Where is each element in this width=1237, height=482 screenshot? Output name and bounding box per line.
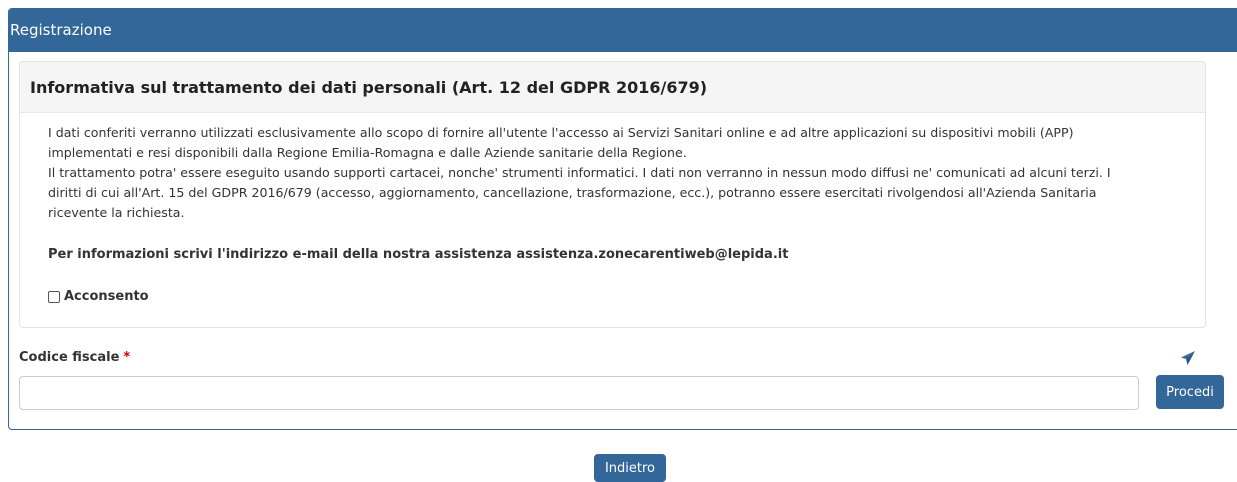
- privacy-heading: Informativa sul trattamento dei dati per…: [20, 62, 1205, 113]
- privacy-body: I dati conferiti verranno utilizzati esc…: [20, 113, 1205, 307]
- consent-label[interactable]: Acconsento: [64, 287, 149, 307]
- codice-fiscale-input[interactable]: [19, 376, 1139, 410]
- required-marker: *: [123, 350, 131, 365]
- privacy-line: I dati conferiti verranno utilizzati esc…: [48, 125, 1074, 140]
- registration-panel: Registrazione ˅ Informativa sul trattame…: [8, 8, 1237, 430]
- privacy-line: diritti di cui all'Art. 15 del GDPR 2016…: [48, 185, 1097, 200]
- paper-plane-icon: [1181, 351, 1195, 365]
- panel-title: Registrazione: [10, 21, 112, 39]
- privacy-card: Informativa sul trattamento dei dati per…: [19, 61, 1206, 328]
- privacy-line: implementati e resi disponibili dalla Re…: [48, 145, 687, 160]
- codice-fiscale-label-text: Codice fiscale: [19, 350, 120, 365]
- consent-row[interactable]: Acconsento: [48, 287, 1205, 307]
- panel-header[interactable]: Registrazione ˅: [9, 9, 1237, 52]
- codice-fiscale-label: Codice fiscale *: [19, 350, 130, 365]
- assistance-contact: Per informazioni scrivi l'indirizzo e-ma…: [48, 247, 789, 262]
- procedi-button[interactable]: Procedi: [1156, 375, 1224, 409]
- privacy-line: ricevente la richiesta.: [48, 205, 185, 220]
- consent-checkbox[interactable]: [48, 291, 60, 303]
- privacy-line: Il trattamento potra' essere eseguito us…: [48, 165, 1111, 180]
- indietro-button[interactable]: Indietro: [594, 454, 666, 482]
